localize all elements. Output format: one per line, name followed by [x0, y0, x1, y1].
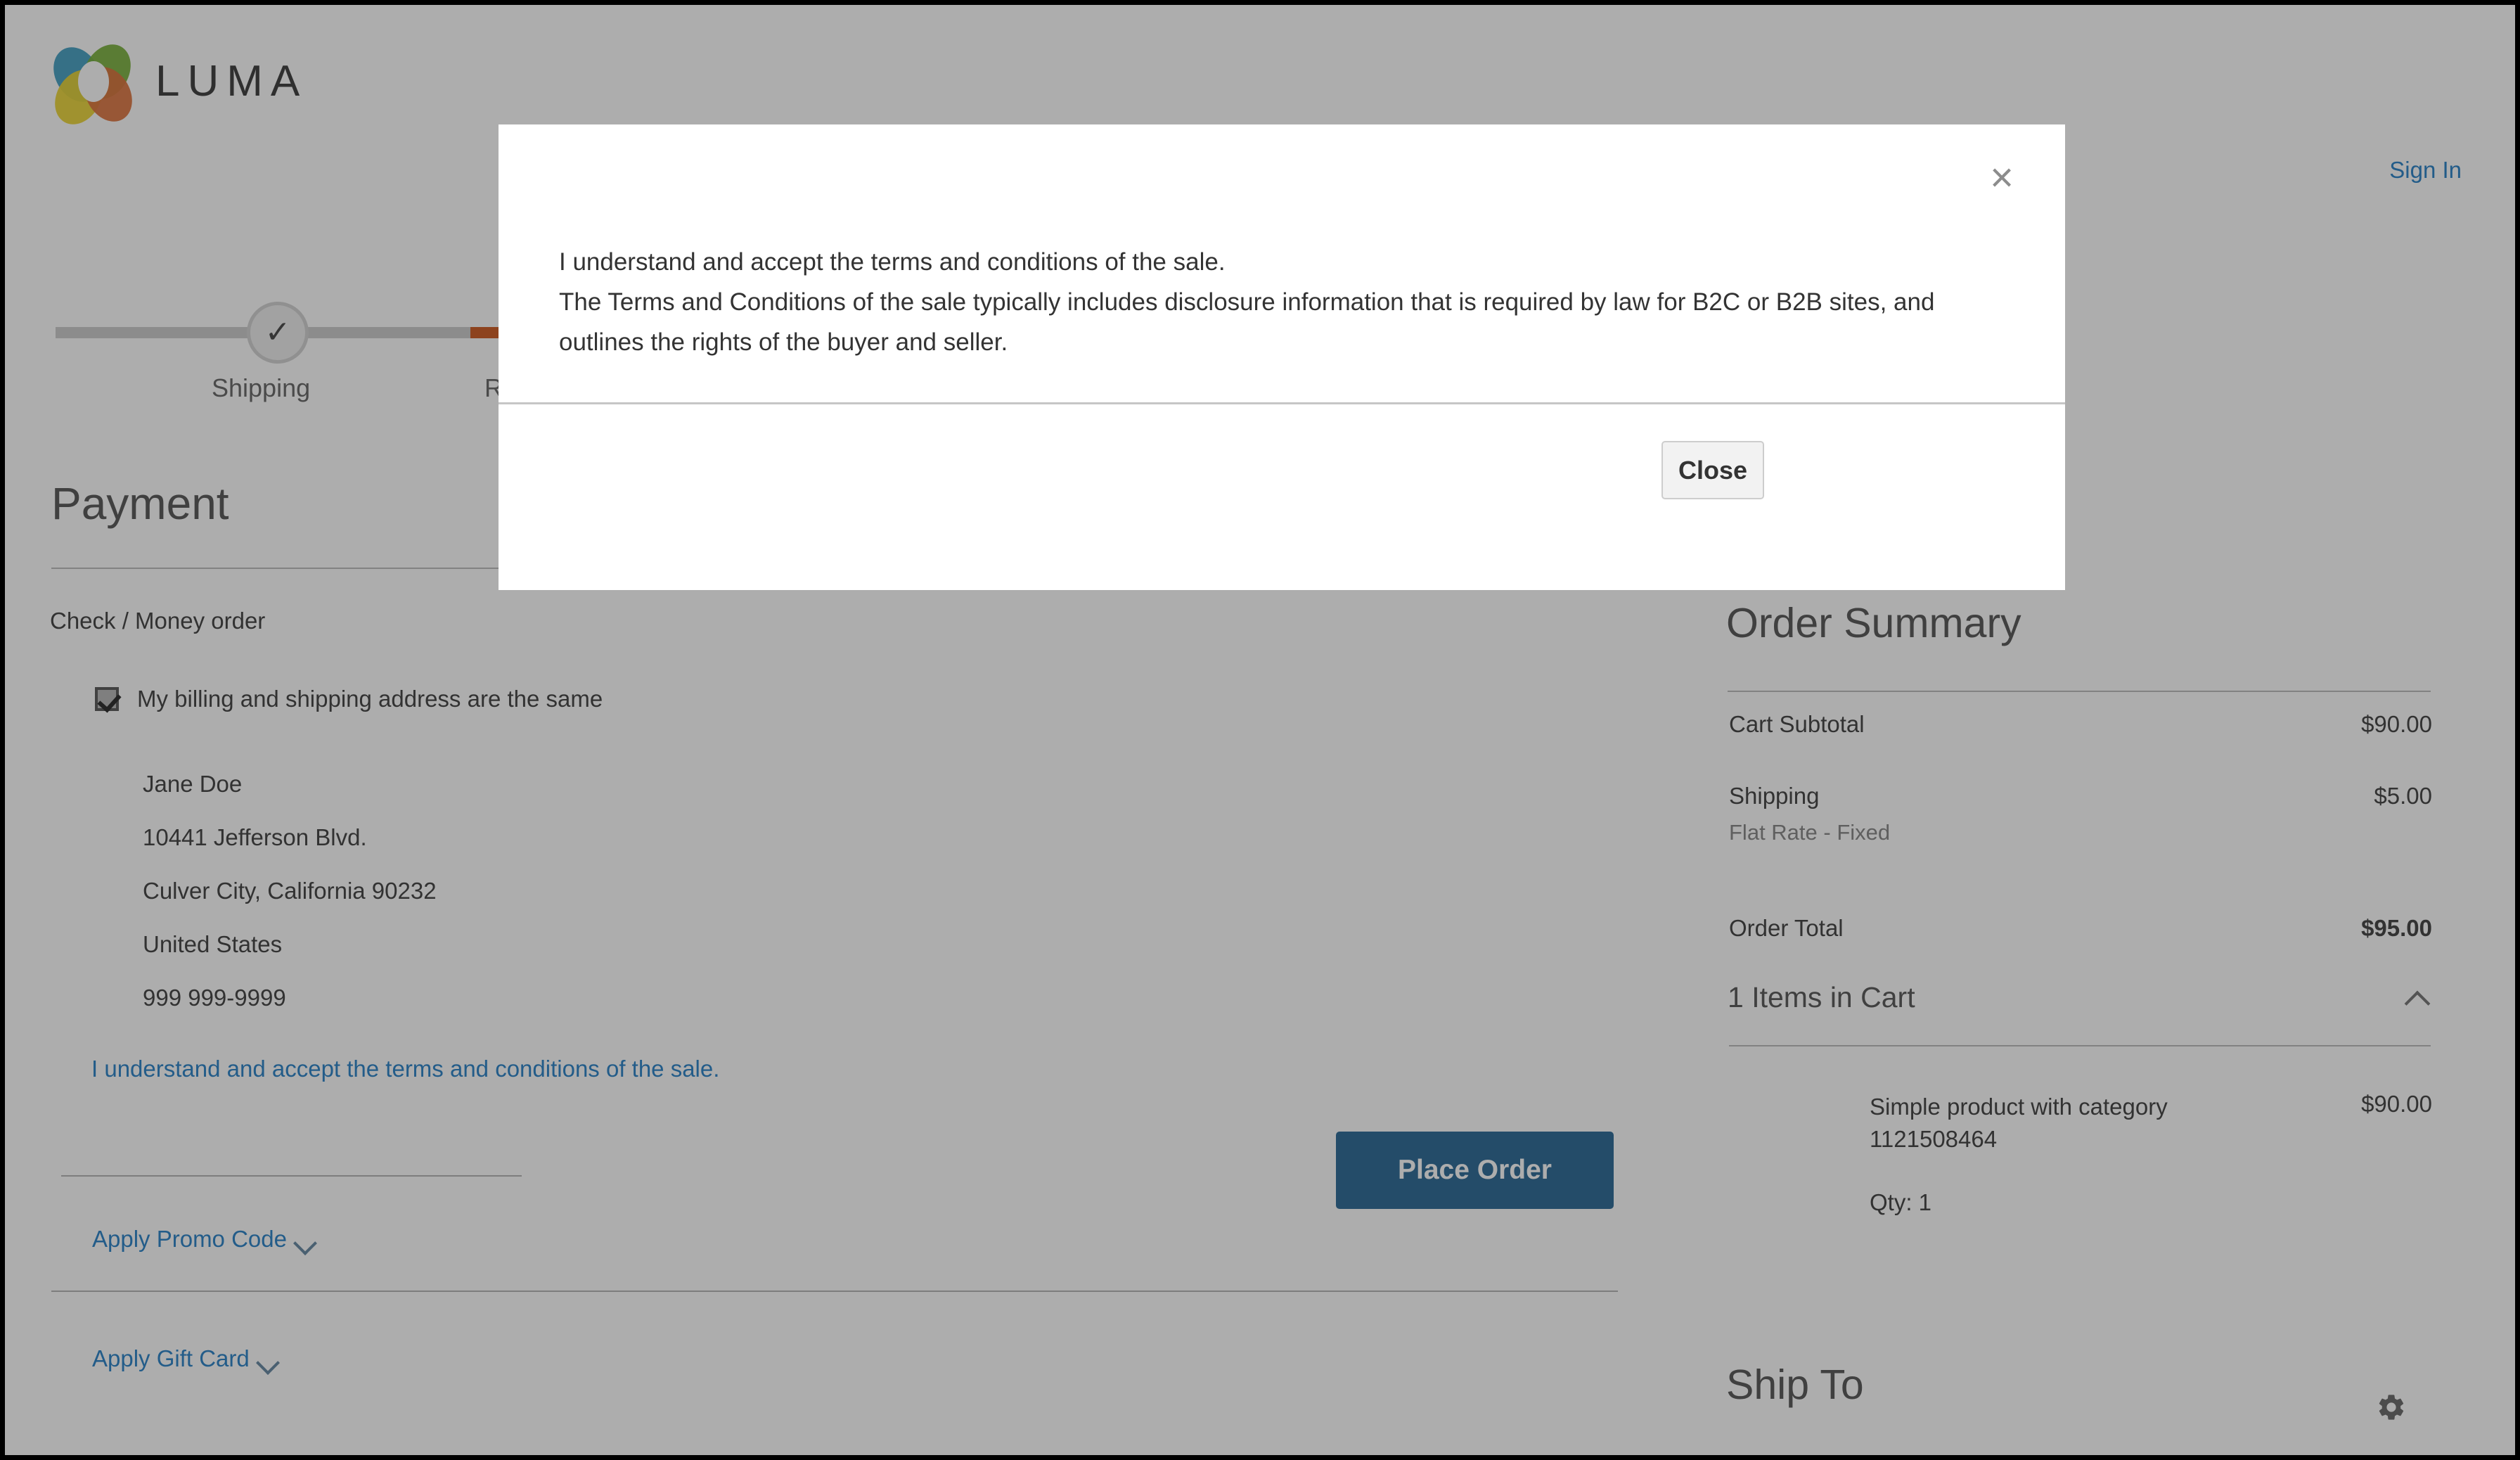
close-icon[interactable]: ×: [1979, 155, 2024, 200]
modal-text-line-1: I understand and accept the terms and co…: [559, 248, 1226, 276]
screenshot-frame: LUMA Sign In ✓ Shipping Rev Payment Chec…: [0, 0, 2520, 1460]
terms-and-conditions-modal: × I understand and accept the terms and …: [499, 124, 2065, 590]
modal-text-line-2: The Terms and Conditions of the sale typ…: [559, 288, 1935, 356]
close-button[interactable]: Close: [1661, 441, 1764, 499]
modal-footer-divider: [499, 402, 2065, 404]
modal-body: I understand and accept the terms and co…: [559, 242, 2000, 362]
